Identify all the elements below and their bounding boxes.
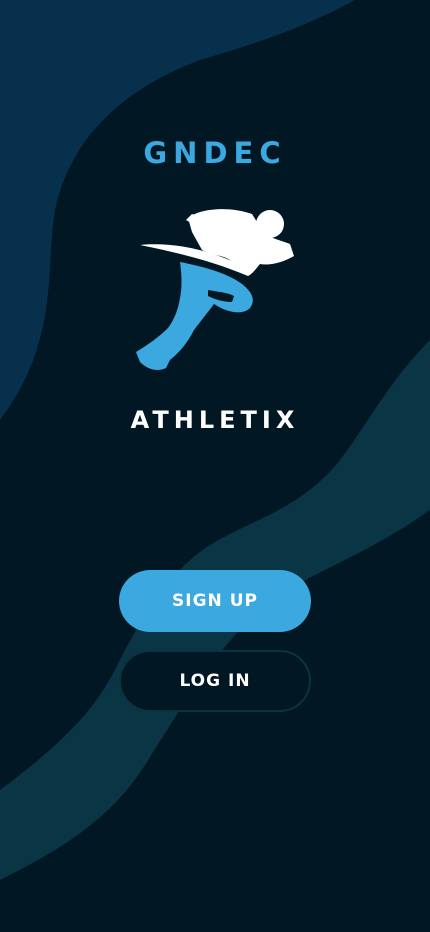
log-in-button[interactable]: LOG IN [119, 650, 311, 712]
running-athlete-icon [136, 209, 294, 370]
brand-title-gndec: GNDEC [143, 136, 287, 170]
log-in-label: LOG IN [179, 671, 251, 691]
brand-title-athletix: ATHLETIX [130, 406, 300, 434]
sign-up-button[interactable]: SIGN UP [119, 570, 311, 632]
welcome-screen: GNDEC ATHLETIX SIGN UP LOG IN [0, 0, 430, 932]
sign-up-label: SIGN UP [172, 591, 258, 611]
